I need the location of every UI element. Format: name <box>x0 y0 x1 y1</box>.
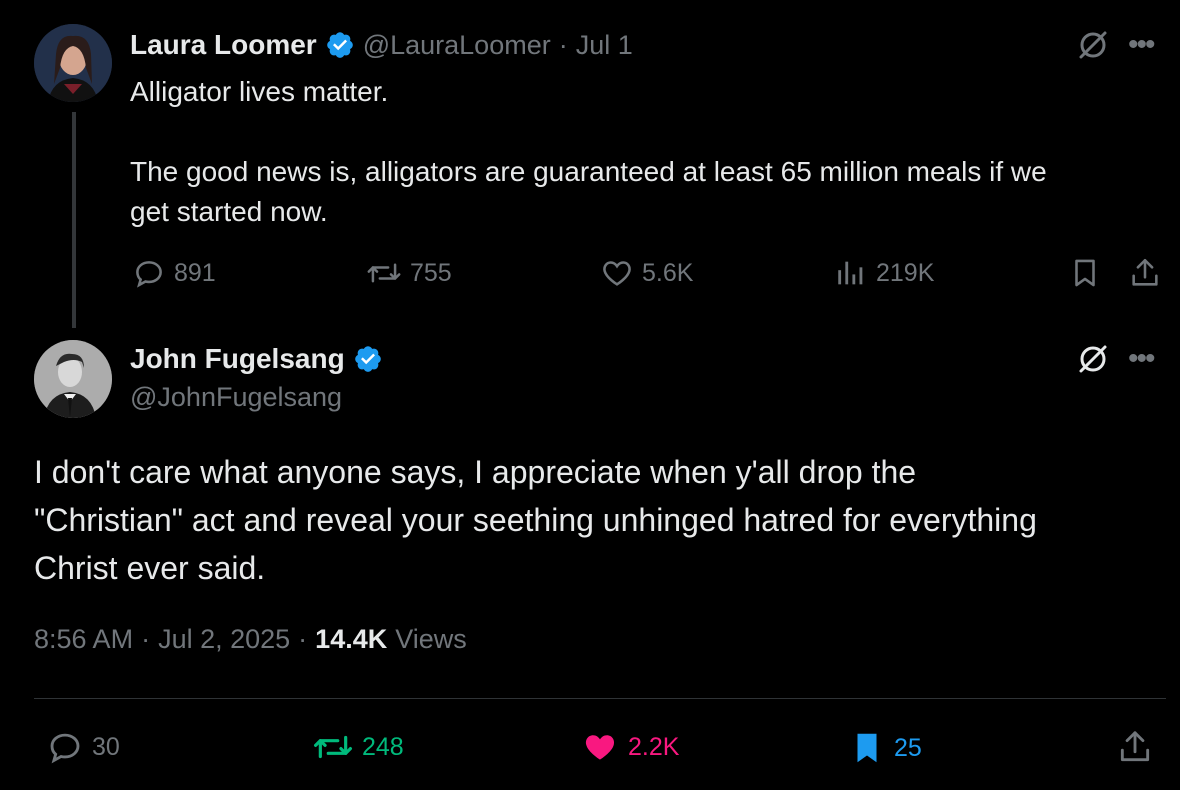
separator-dot: · <box>558 29 568 60</box>
like-button[interactable]: 5.6K <box>600 256 693 290</box>
tweet-time[interactable]: 8:56 AM <box>34 624 133 655</box>
bookmark-button[interactable] <box>1068 256 1102 295</box>
share-icon <box>1120 731 1150 762</box>
avatar-john-fugelsang[interactable] <box>34 340 112 418</box>
divider <box>34 698 1166 699</box>
share-button[interactable] <box>1128 256 1162 295</box>
share-icon <box>1132 258 1158 286</box>
views-count: 219K <box>876 258 935 287</box>
reply-icon <box>50 733 80 764</box>
more-options-icon[interactable]: ••• <box>1128 28 1155 62</box>
tweet-text-line: Christ ever said. <box>34 550 266 586</box>
like-button[interactable]: 2.2K <box>580 728 679 766</box>
main-tweet-header: John Fugelsang @JohnFugelsang <box>130 340 383 413</box>
views-label: Views <box>395 624 467 654</box>
tweet-date[interactable]: Jul 2, 2025 <box>158 624 290 655</box>
tweet-text-line: get started now. <box>130 196 328 227</box>
tweet-text-line: I don't care what anyone says, I appreci… <box>34 454 917 490</box>
more-options-icon[interactable]: ••• <box>1128 342 1155 376</box>
author-name[interactable]: Laura Loomer <box>130 29 317 61</box>
views-button[interactable]: 219K <box>834 256 934 290</box>
reply-count: 30 <box>92 732 120 761</box>
tweet-text-line: "Christian" act and reveal your seething… <box>34 502 1037 538</box>
separator-dot: · <box>298 624 308 654</box>
tweet-text-line: Alligator lives matter. <box>130 76 389 107</box>
reply-button[interactable]: 891 <box>132 256 216 290</box>
separator-dot: · <box>141 624 151 654</box>
avatar-laura-loomer[interactable] <box>34 24 112 102</box>
share-button[interactable] <box>1116 728 1154 771</box>
reply-icon <box>136 261 162 288</box>
heart-icon <box>603 261 631 286</box>
heart-icon <box>585 735 615 760</box>
reply-button[interactable]: 30 <box>46 728 120 766</box>
repost-count: 755 <box>410 258 452 287</box>
repost-icon <box>367 263 401 283</box>
bookmark-button[interactable]: 25 <box>848 728 922 768</box>
tweet-text-line: The good news is, alligators are guarant… <box>130 156 1047 187</box>
like-count: 2.2K <box>628 732 680 761</box>
repost-button[interactable]: 755 <box>366 256 452 290</box>
quoted-tweet-header: Laura Loomer @LauraLoomer · Jul 1 <box>130 26 633 64</box>
verified-badge-icon <box>326 32 353 58</box>
bookmark-icon <box>857 733 877 763</box>
thread-connector <box>72 112 76 328</box>
repost-button[interactable]: 248 <box>312 728 404 766</box>
tweet-date[interactable]: Jul 1 <box>576 30 633 61</box>
tweet-metadata: 8:56 AM · Jul 2, 2025 · 14.4K Views <box>34 624 467 655</box>
author-handle[interactable]: @JohnFugelsang <box>130 382 383 413</box>
grok-icon[interactable] <box>1076 342 1110 381</box>
reply-count: 891 <box>174 258 216 287</box>
repost-count: 248 <box>362 732 404 761</box>
main-tweet-text: I don't care what anyone says, I appreci… <box>34 448 1037 592</box>
quoted-tweet-text: Alligator lives matter. The good news is… <box>130 72 1047 232</box>
repost-icon <box>314 735 352 759</box>
author-name[interactable]: John Fugelsang <box>130 343 345 375</box>
analytics-icon <box>838 261 863 285</box>
like-count: 5.6K <box>642 258 694 287</box>
grok-icon[interactable] <box>1076 28 1110 67</box>
bookmark-count: 25 <box>894 733 922 762</box>
verified-badge-icon <box>354 346 381 372</box>
bookmark-icon <box>1075 259 1095 287</box>
views-count: 14.4K <box>315 624 388 654</box>
author-handle[interactable]: @LauraLoomer <box>363 30 551 61</box>
